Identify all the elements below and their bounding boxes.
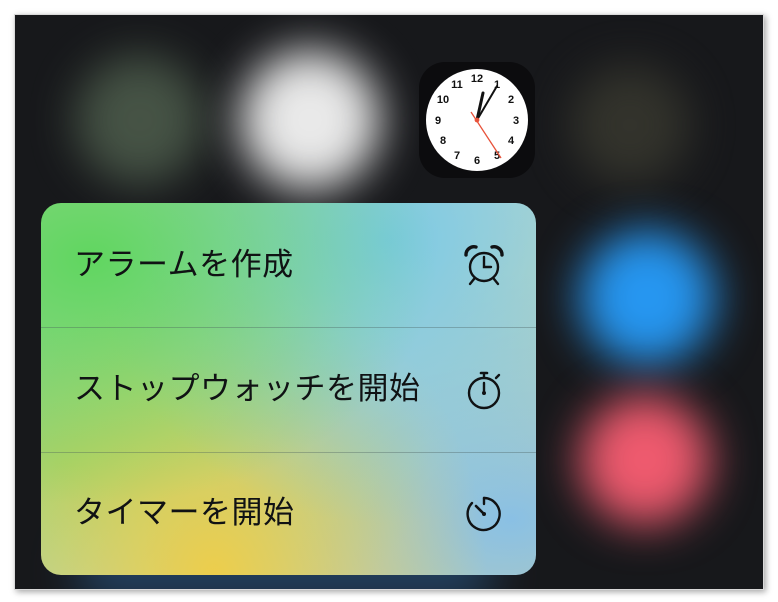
alarm-clock-icon — [458, 239, 510, 291]
clock-number: 11 — [451, 79, 463, 91]
clock-number: 4 — [508, 135, 515, 147]
start-timer-action[interactable]: タイマーを開始 — [41, 452, 536, 575]
blurred-app-icon — [580, 395, 710, 525]
clock-number: 10 — [437, 94, 449, 106]
stopwatch-icon — [458, 364, 510, 416]
create-alarm-action[interactable]: アラームを作成 — [41, 203, 536, 327]
clock-face-icon: 12 1 2 3 4 5 6 7 8 9 10 11 — [426, 69, 528, 171]
clock-number: 12 — [471, 73, 483, 85]
clock-number: 3 — [513, 115, 519, 127]
blurred-app-icon — [75, 55, 205, 185]
blurred-app-icon — [580, 230, 715, 365]
clock-number: 6 — [474, 155, 480, 167]
quick-actions-menu: アラームを作成 ストップウォッチを開始 タイマーを開始 — [41, 203, 536, 575]
start-stopwatch-action[interactable]: ストップウォッチを開始 — [41, 327, 536, 452]
action-label: ストップウォッチを開始 — [74, 371, 421, 407]
clock-app-icon[interactable]: 12 1 2 3 4 5 6 7 8 9 10 11 — [419, 62, 535, 178]
clock-number: 2 — [508, 94, 514, 106]
clock-number: 9 — [435, 115, 441, 127]
timer-icon — [458, 488, 510, 540]
blurred-app-icon — [240, 50, 380, 190]
action-label: タイマーを開始 — [74, 495, 295, 531]
clock-number: 8 — [440, 135, 446, 147]
home-screen: 12 1 2 3 4 5 6 7 8 9 10 11 アラームを作成 ストップウ… — [14, 14, 764, 590]
blurred-app-icon — [570, 65, 690, 185]
action-label: アラームを作成 — [74, 246, 294, 283]
clock-number: 7 — [454, 150, 460, 162]
